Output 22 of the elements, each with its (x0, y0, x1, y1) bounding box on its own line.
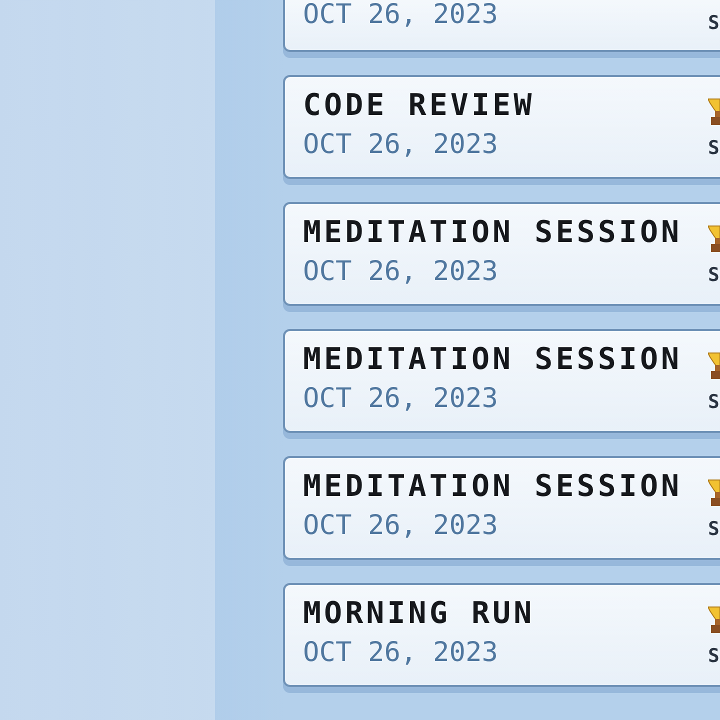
activity-date: OCT 26, 2023 (303, 257, 500, 287)
trophy-icon (708, 224, 720, 252)
activity-title: MORNING RUN (303, 597, 536, 631)
activity-date: OCT 26, 2023 (303, 0, 500, 30)
activity-title: CODE REVIEW (303, 89, 536, 123)
side-label: S (708, 265, 720, 285)
activity-title: MEDITATION SESSION (303, 216, 684, 250)
activity-date: OCT 26, 2023 (303, 130, 500, 160)
activity-date: OCT 26, 2023 (303, 384, 500, 414)
activity-title: MEDITATION SESSION (303, 343, 684, 377)
activity-date: OCT 26, 2023 (303, 638, 500, 668)
trophy-icon (708, 478, 720, 506)
trophy-icon (708, 97, 720, 125)
trophy-icon (708, 351, 720, 379)
trophy-icon (708, 605, 720, 633)
activity-title: MEDITATION SESSION (303, 470, 684, 504)
activity-date: OCT 26, 2023 (303, 511, 500, 541)
side-label: S (708, 646, 720, 666)
side-label: S (708, 519, 720, 539)
side-label: S (708, 13, 720, 33)
side-label: S (708, 392, 720, 412)
side-label: S (708, 138, 720, 158)
